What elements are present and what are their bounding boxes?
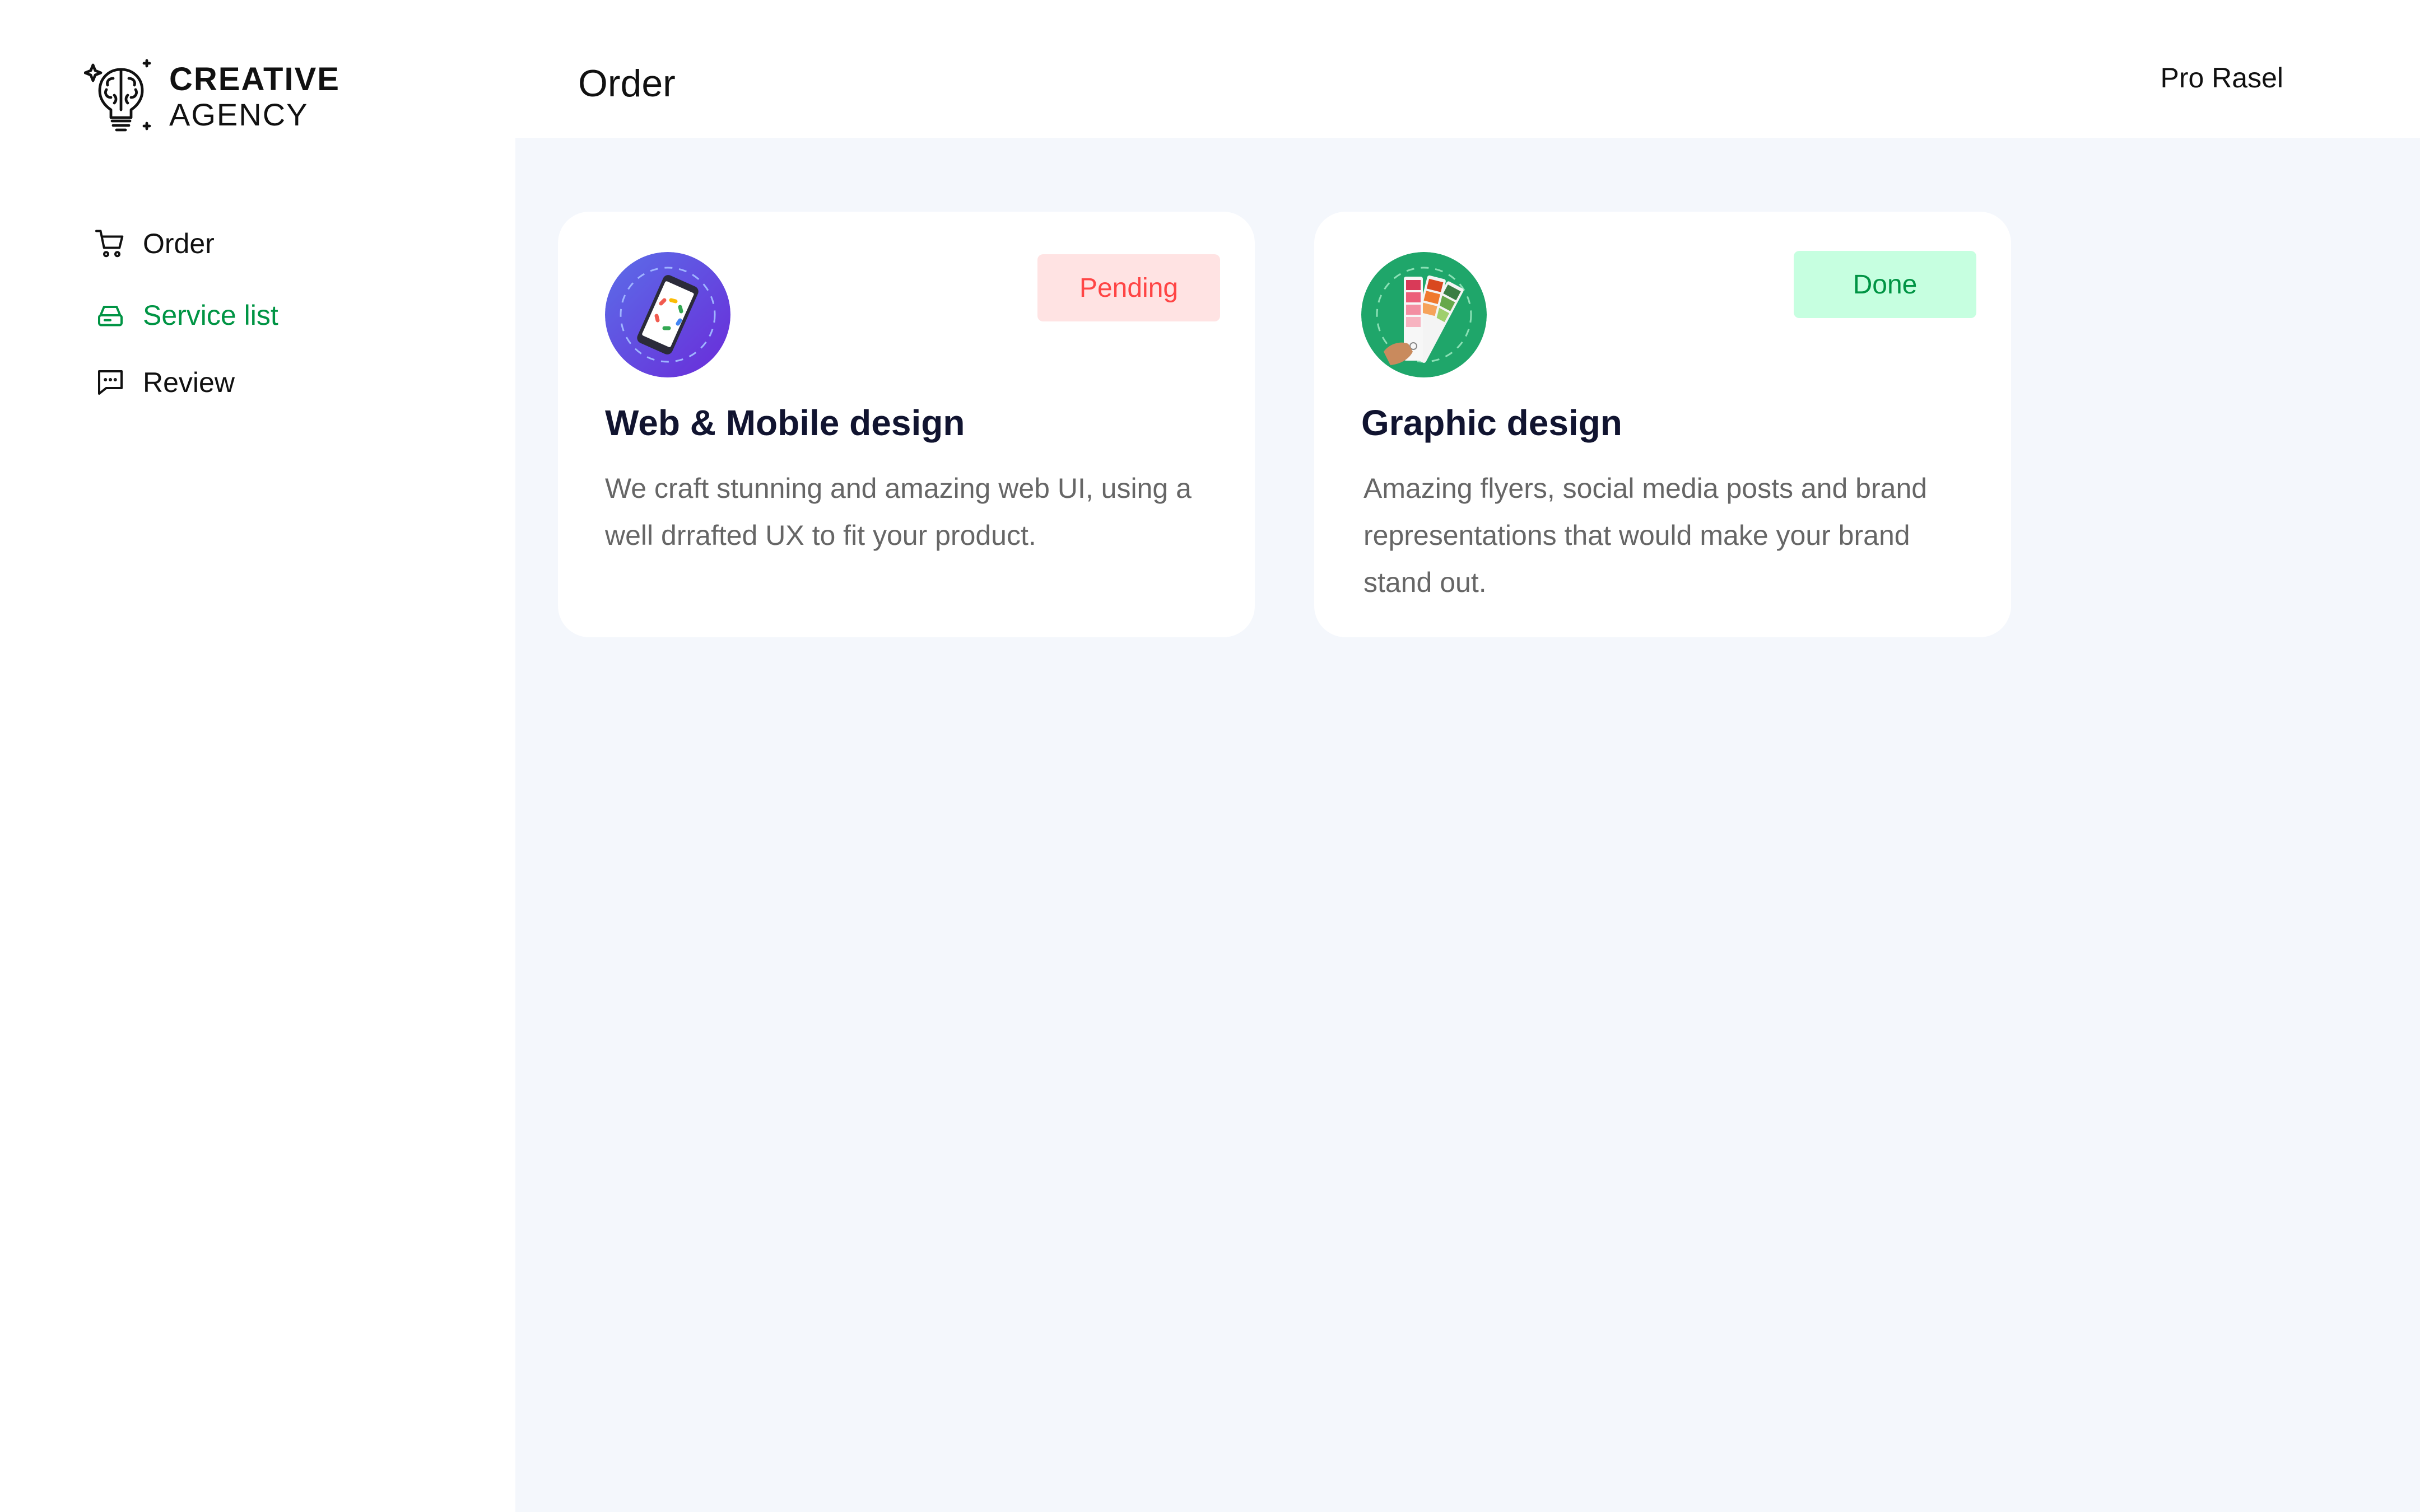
page-title: Order <box>578 62 676 105</box>
brand-subtitle: AGENCY <box>169 97 309 132</box>
chat-icon <box>92 365 128 400</box>
brain-bulb-icon <box>84 59 151 132</box>
order-card[interactable]: Done Graphic design Amazing flyers, soci… <box>1314 212 2011 637</box>
sidebar-item-label: Order <box>143 228 215 259</box>
brand-name: CREATIVE <box>169 61 340 97</box>
card-description: We craft stunning and amazing web UI, us… <box>605 473 1192 551</box>
sidebar-item-label: Review <box>143 367 235 398</box>
drive-icon <box>92 297 128 333</box>
cart-icon <box>92 226 128 262</box>
status-badge: Done <box>1794 251 1976 318</box>
sidebar-nav: Order Service list Review <box>92 224 278 435</box>
brand-logo[interactable]: CREATIVE AGENCY <box>84 56 340 138</box>
status-badge: Pending <box>1037 254 1220 321</box>
top-header: Order Pro Rasel <box>515 0 2420 138</box>
card-title: Graphic design <box>1361 403 1622 443</box>
mobile-phone-icon <box>605 252 730 377</box>
app-root: CREATIVE AGENCY Order Service list Revie… <box>0 0 2420 1512</box>
main-content: Pending Web & Mobile design We craft stu… <box>515 138 2420 1512</box>
sidebar-item-review[interactable]: Review <box>92 363 278 402</box>
card-description: Amazing flyers, social media posts and b… <box>1363 473 1928 598</box>
card-title: Web & Mobile design <box>605 403 965 443</box>
sidebar: CREATIVE AGENCY Order Service list Revie… <box>0 0 515 1512</box>
sidebar-item-order[interactable]: Order <box>92 224 278 263</box>
user-name[interactable]: Pro Rasel <box>2160 62 2283 94</box>
sidebar-item-service-list[interactable]: Service list <box>92 296 278 335</box>
color-palette-icon <box>1361 252 1487 377</box>
order-card[interactable]: Pending Web & Mobile design We craft stu… <box>558 212 1255 637</box>
sidebar-item-label: Service list <box>143 300 278 331</box>
